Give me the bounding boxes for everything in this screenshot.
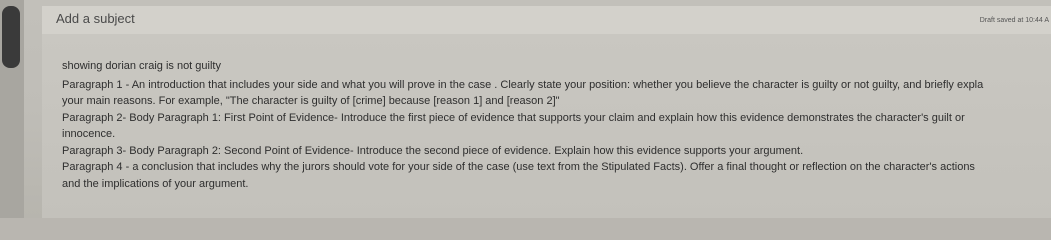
paragraph-4-line-1: Paragraph 4 - a conclusion that includes… — [62, 161, 975, 173]
scroll-thumb[interactable] — [2, 6, 20, 68]
subject-bar: Draft saved at 10:44 A — [42, 6, 1051, 35]
paragraph-2-line-2: innocence. — [62, 128, 116, 140]
summary-line: showing dorian craig is not guilty — [62, 60, 221, 72]
paragraph-1-line-1: Paragraph 1 - An introduction that inclu… — [62, 78, 984, 91]
scrollbar[interactable] — [0, 0, 24, 218]
paragraph-4-line-2: and the implications of your argument. — [62, 177, 249, 190]
paragraph-3-line-1: Paragraph 3- Body Paragraph 2: Second Po… — [62, 144, 804, 157]
message-text[interactable]: showing dorian craig is not guilty Parag… — [62, 59, 1051, 193]
message-body-editor[interactable]: showing dorian craig is not guilty Parag… — [42, 34, 1051, 218]
draft-status: Draft saved at 10:44 A — [979, 17, 1049, 24]
compose-window: Draft saved at 10:44 A showing dorian cr… — [0, 0, 1051, 218]
subject-input[interactable] — [56, 11, 456, 26]
paragraph-1-line-2: your main reasons. For example, "The cha… — [62, 95, 560, 107]
paragraph-2-line-1: Paragraph 2- Body Paragraph 1: First Poi… — [62, 111, 965, 124]
